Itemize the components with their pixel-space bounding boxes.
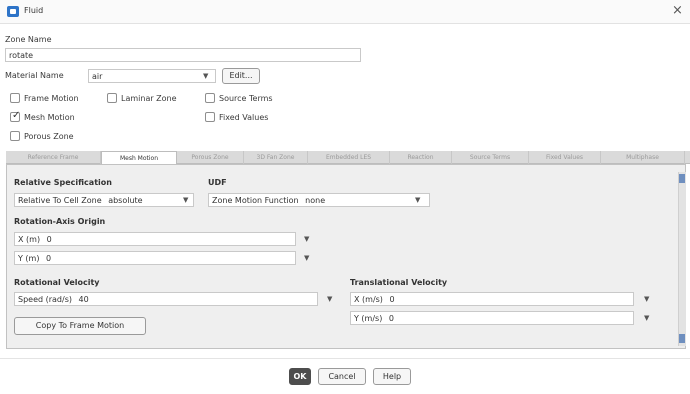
translational-y-input[interactable]: Y (m/s) 0 (350, 311, 634, 325)
ok-button[interactable]: OK (289, 368, 311, 385)
zone-name-input[interactable]: rotate (5, 48, 361, 62)
rotation-speed-value: 40 (78, 295, 89, 304)
fixed-values-checkbox[interactable] (205, 112, 215, 122)
porous-zone-label: Porous Zone (24, 132, 74, 141)
origin-x-label: X (m) (18, 235, 41, 244)
tab-mesh-motion[interactable]: Mesh Motion (101, 151, 177, 165)
relative-to-cell-zone-dropdown[interactable]: Relative To Cell Zone absolute ▼ (14, 193, 194, 207)
origin-x-menu-icon[interactable]: ▼ (304, 235, 309, 243)
frame-motion-label: Frame Motion (24, 94, 79, 103)
mesh-motion-checkbox[interactable] (10, 110, 20, 122)
material-name-label: Material Name (5, 71, 64, 80)
origin-y-input[interactable]: Y (m) 0 (14, 251, 296, 265)
laminar-zone-checkbox[interactable] (107, 93, 117, 103)
close-icon[interactable]: × (672, 3, 683, 19)
help-button[interactable]: Help (373, 368, 411, 385)
source-terms-label: Source Terms (219, 94, 273, 103)
title-bar (0, 0, 690, 24)
mesh-motion-label: Mesh Motion (24, 113, 75, 122)
origin-x-input[interactable]: X (m) 0 (14, 232, 296, 246)
chevron-down-icon: ▼ (203, 72, 209, 80)
relative-specification-heading: Relative Specification (14, 178, 112, 187)
translational-y-value: 0 (388, 314, 394, 323)
chevron-down-icon: ▼ (415, 196, 421, 204)
udf-heading: UDF (208, 178, 227, 187)
tab-strip: Reference Frame Mesh Motion Porous Zone … (6, 151, 690, 165)
rotational-velocity-heading: Rotational Velocity (14, 278, 100, 287)
laminar-zone-label: Laminar Zone (121, 94, 177, 103)
relative-to-cell-zone-value: absolute (108, 196, 143, 205)
source-terms-checkbox[interactable] (205, 93, 215, 103)
zone-motion-function-label: Zone Motion Function (212, 196, 299, 205)
rotation-axis-origin-heading: Rotation-Axis Origin (14, 217, 106, 226)
tab-fixed-values[interactable]: Fixed Values (529, 151, 601, 164)
fixed-values-label: Fixed Values (219, 113, 269, 122)
relative-to-cell-zone-label: Relative To Cell Zone (18, 196, 102, 205)
rotation-speed-input[interactable]: Speed (rad/s) 40 (14, 292, 318, 306)
tab-multiphase[interactable]: Multiphase (601, 151, 685, 164)
tab-reaction[interactable]: Reaction (390, 151, 452, 164)
origin-x-value: 0 (46, 235, 52, 244)
zone-name-label: Zone Name (5, 35, 52, 44)
zone-motion-function-dropdown[interactable]: Zone Motion Function none ▼ (208, 193, 430, 207)
translational-y-menu-icon[interactable]: ▼ (644, 314, 649, 322)
tab-reference-frame[interactable]: Reference Frame (6, 151, 101, 164)
origin-y-menu-icon[interactable]: ▼ (304, 254, 309, 262)
origin-y-label: Y (m) (18, 254, 40, 263)
edit-material-button[interactable]: Edit... (222, 68, 260, 84)
tab-porous-zone[interactable]: Porous Zone (177, 151, 244, 164)
tab-embedded-les[interactable]: Embedded LES (308, 151, 390, 164)
material-name-dropdown[interactable]: air ▼ (88, 69, 216, 83)
scroll-up-arrow-icon[interactable] (679, 174, 685, 183)
rotation-speed-label: Speed (rad/s) (18, 295, 72, 304)
translational-x-label: X (m/s) (354, 295, 383, 304)
scroll-down-arrow-icon[interactable] (679, 334, 685, 343)
translational-x-input[interactable]: X (m/s) 0 (350, 292, 634, 306)
translational-x-menu-icon[interactable]: ▼ (644, 295, 649, 303)
app-icon (7, 6, 19, 17)
copy-to-frame-motion-button[interactable]: Copy To Frame Motion (14, 317, 146, 335)
material-name-value: air (92, 72, 103, 81)
zone-motion-function-value: none (305, 196, 326, 205)
translational-y-label: Y (m/s) (354, 314, 383, 323)
panel-scrollbar[interactable] (678, 172, 686, 346)
translational-velocity-heading: Translational Velocity (350, 278, 448, 287)
tab-source-terms[interactable]: Source Terms (452, 151, 529, 164)
frame-motion-checkbox[interactable] (10, 93, 20, 103)
origin-y-value: 0 (46, 254, 52, 263)
footer-divider (0, 358, 690, 359)
cancel-button[interactable]: Cancel (318, 368, 366, 385)
rotation-speed-menu-icon[interactable]: ▼ (327, 295, 332, 303)
chevron-down-icon: ▼ (183, 196, 189, 204)
porous-zone-checkbox[interactable] (10, 131, 20, 141)
translational-x-value: 0 (389, 295, 395, 304)
window-title: Fluid (24, 6, 44, 15)
tab-3d-fan-zone[interactable]: 3D Fan Zone (244, 151, 308, 164)
